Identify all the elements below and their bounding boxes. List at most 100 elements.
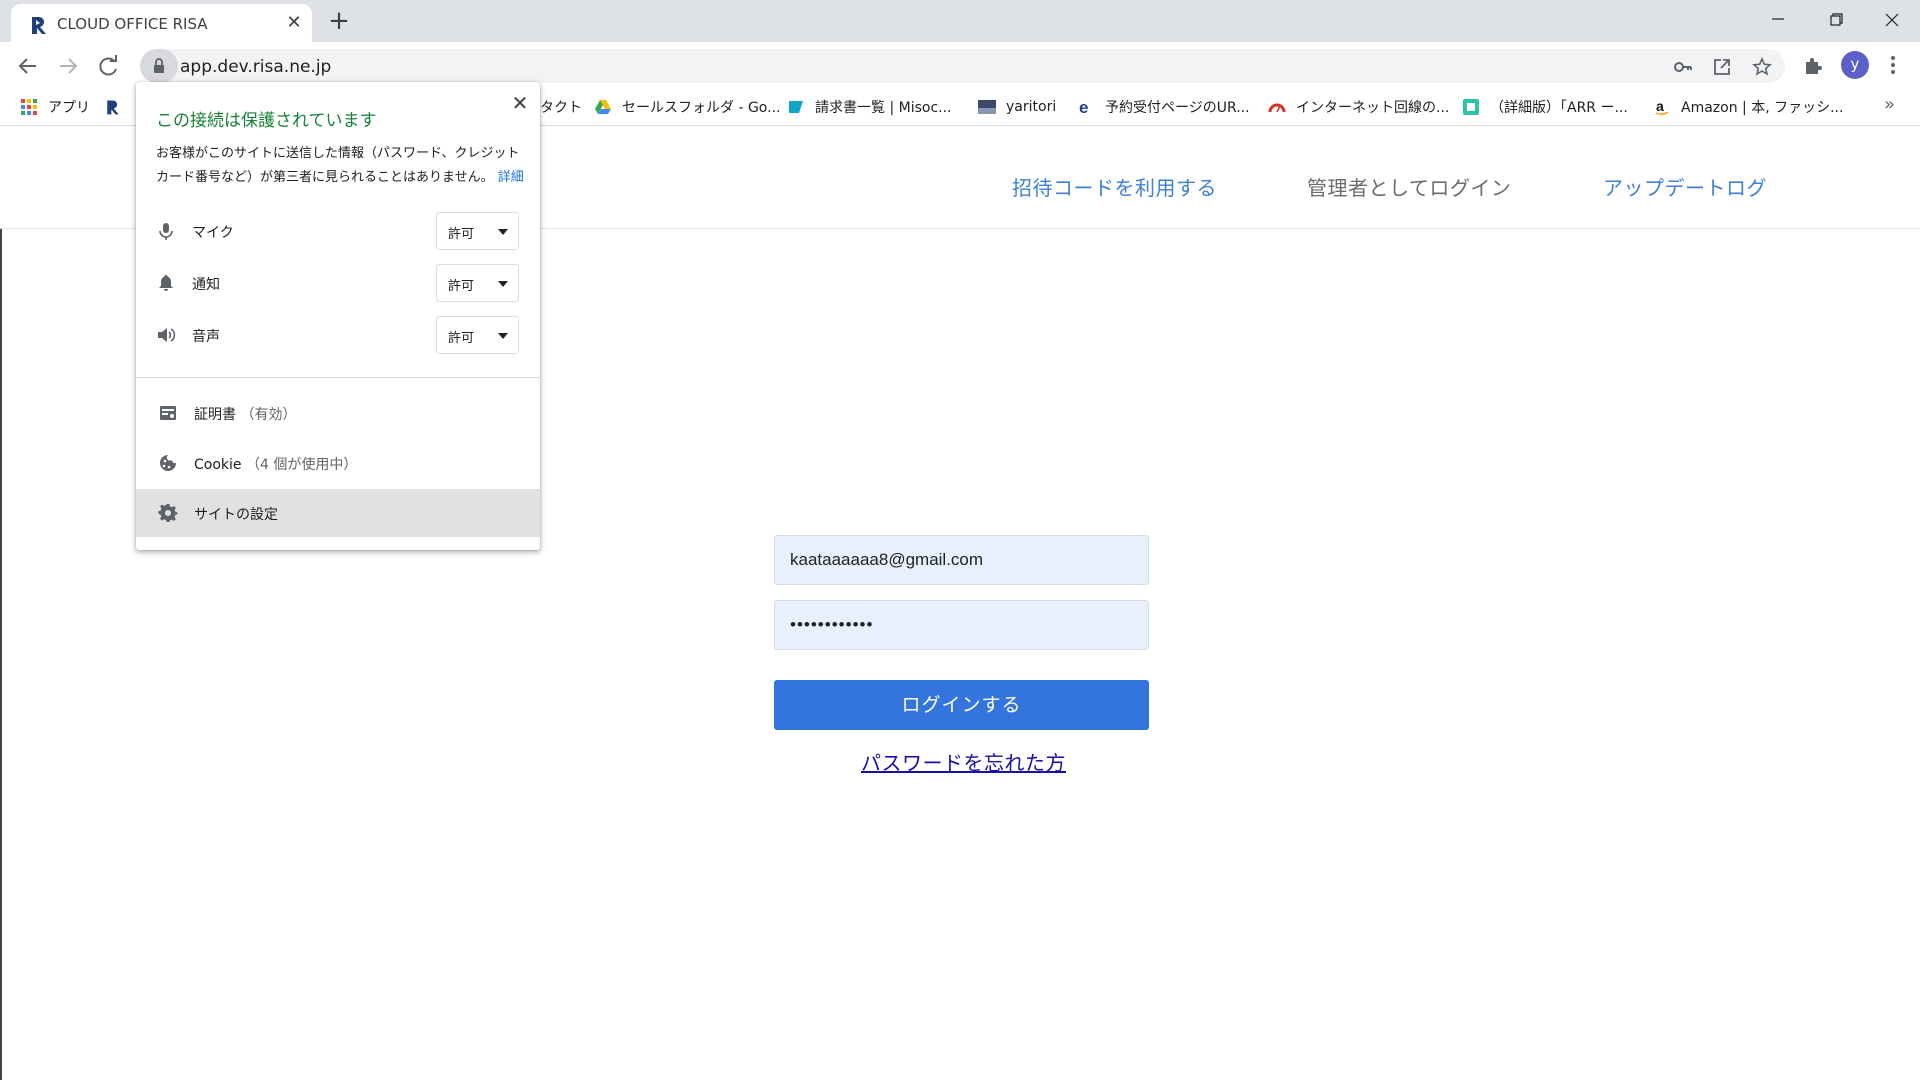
- connection-secure-title: この接続は保護されています: [156, 111, 377, 131]
- certificate-row[interactable]: 証明書 （有効）: [136, 389, 540, 437]
- bookmark-label: アプリ: [48, 100, 90, 116]
- permission-row-mic: マイク 許可: [136, 212, 540, 250]
- certificate-title: 証明書: [194, 407, 236, 423]
- misoca-icon: [789, 101, 803, 113]
- window-restore-button[interactable]: [1816, 6, 1856, 34]
- bookmark-contact[interactable]: タクト: [540, 96, 582, 118]
- tab-title: CLOUD OFFICE RISA: [57, 15, 208, 33]
- minimize-icon: [1772, 18, 1784, 20]
- bookmark-label: 予約受付ページのUR...: [1105, 100, 1250, 116]
- permission-value: 許可: [448, 227, 475, 242]
- window-close-button[interactable]: [1872, 6, 1912, 34]
- speaker-icon: [158, 328, 176, 342]
- invite-code-link[interactable]: 招待コードを利用する: [1012, 172, 1217, 201]
- login-button[interactable]: ログインする: [774, 680, 1149, 730]
- permission-value: 許可: [448, 331, 475, 346]
- site-settings-label: サイトの設定: [194, 507, 278, 523]
- popup-divider: [136, 377, 540, 378]
- bookmark-internet[interactable]: インターネット回線の...: [1268, 96, 1449, 118]
- site-settings-row[interactable]: サイトの設定: [136, 489, 540, 537]
- bookmark-apps[interactable]: アプリ: [20, 96, 90, 118]
- kebab-menu-icon[interactable]: [1884, 52, 1902, 78]
- bookmark-arr[interactable]: （詳細版）「ARR ー...: [1462, 96, 1628, 118]
- close-icon: [1885, 13, 1899, 27]
- connection-description-text: お客様がこのサイトに送信した情報（パスワード、クレジット カード番号など）が第三…: [156, 146, 520, 185]
- forward-icon[interactable]: [52, 50, 84, 82]
- bookmark-label: セールスフォルダ - Go...: [622, 100, 781, 116]
- tab-strip: CLOUD OFFICE RISA ✕ +: [0, 0, 1920, 42]
- lock-icon: [154, 58, 164, 73]
- address-bar[interactable]: app.dev.risa.ne.jp: [140, 49, 1785, 83]
- svg-text:a: a: [1656, 98, 1664, 114]
- permission-value: 許可: [448, 279, 475, 294]
- bookmark-label: Amazon | 本, ファッシ...: [1681, 100, 1844, 116]
- connection-description: お客様がこのサイトに送信した情報（パスワード、クレジット カード番号など）が第三…: [156, 142, 526, 190]
- bookmark-yaritori[interactable]: yaritori: [978, 96, 1056, 118]
- bell-icon: [159, 275, 173, 291]
- page-left-border: [0, 229, 2, 1080]
- bookmark-misoca[interactable]: 請求書一覧 | Misoc...: [787, 96, 952, 118]
- popup-close-icon[interactable]: ✕: [509, 92, 531, 114]
- permission-label: 音声: [192, 329, 220, 345]
- risa-logo-icon: [107, 100, 119, 115]
- bookmark-reservation[interactable]: e 予約受付ページのUR...: [1077, 96, 1250, 118]
- permission-select-sound[interactable]: 許可: [436, 316, 519, 354]
- password-field[interactable]: ••••••••••••: [774, 600, 1149, 650]
- permission-label: マイク: [192, 225, 234, 241]
- permission-select-mic[interactable]: 許可: [436, 212, 519, 250]
- bookmark-star-icon[interactable]: [1752, 57, 1772, 77]
- bookmarks-overflow-icon[interactable]: »: [1884, 94, 1895, 115]
- profile-avatar[interactable]: y: [1841, 51, 1869, 79]
- details-link[interactable]: 詳細: [498, 170, 524, 185]
- bookmark-sales-folder[interactable]: セールスフォルダ - Go...: [594, 96, 780, 118]
- yaritori-icon: [978, 100, 996, 114]
- cookie-label: Cookie （4 個が使用中）: [194, 454, 357, 474]
- bookmark-label: （詳細版）「ARR ー...: [1490, 100, 1628, 116]
- bookmark-amazon[interactable]: a Amazon | 本, ファッシ...: [1653, 96, 1843, 118]
- certificate-label: 証明書 （有効）: [194, 404, 296, 424]
- update-log-link[interactable]: アップデートログ: [1603, 172, 1767, 201]
- caret-down-icon: [498, 281, 508, 287]
- permission-label: 通知: [192, 277, 220, 293]
- browser-tab[interactable]: CLOUD OFFICE RISA ✕: [11, 4, 312, 42]
- amazon-icon: a: [1655, 98, 1669, 116]
- extensions-puzzle-icon[interactable]: [1802, 55, 1824, 77]
- permission-row-sound: 音声 許可: [136, 316, 540, 354]
- microphone-icon: [159, 223, 173, 240]
- certificate-icon: [160, 406, 176, 420]
- cookie-status: （4 個が使用中）: [245, 457, 358, 473]
- tab-close-icon[interactable]: ✕: [283, 12, 305, 34]
- cookie-icon: [160, 455, 176, 471]
- site-info-button[interactable]: [140, 49, 178, 83]
- window-minimize-button[interactable]: [1758, 6, 1798, 34]
- bookmark-risa[interactable]: [104, 96, 132, 118]
- back-icon[interactable]: [12, 50, 44, 82]
- bookmark-label: インターネット回線の...: [1296, 100, 1450, 116]
- certificate-status: （有効）: [240, 407, 297, 423]
- bookmark-label: タクト: [540, 100, 582, 116]
- site-info-popup: ✕ この接続は保護されています お客様がこのサイトに送信した情報（パスワード、ク…: [136, 82, 540, 550]
- permission-select-notifications[interactable]: 許可: [436, 264, 519, 302]
- bookmark-label: 請求書一覧 | Misoc...: [815, 100, 952, 116]
- bookmark-label: yaritori: [1006, 99, 1057, 115]
- speedometer-icon: [1268, 103, 1286, 113]
- email-field[interactable]: kaataaaaaa8@gmail.com: [774, 535, 1149, 585]
- teal-square-icon: [1463, 99, 1479, 115]
- url-text[interactable]: app.dev.risa.ne.jp: [180, 57, 331, 77]
- restore-icon: [1830, 13, 1843, 26]
- cookie-row[interactable]: Cookie （4 個が使用中）: [136, 439, 540, 487]
- open-in-app-icon[interactable]: [1712, 57, 1732, 77]
- apps-grid-icon: [21, 99, 37, 115]
- reload-icon[interactable]: [93, 50, 125, 82]
- cookie-title: Cookie: [194, 457, 242, 473]
- permission-row-notifications: 通知 許可: [136, 264, 540, 302]
- caret-down-icon: [498, 333, 508, 339]
- google-drive-icon: [595, 100, 611, 114]
- new-tab-button[interactable]: +: [326, 8, 352, 34]
- key-icon[interactable]: [1673, 57, 1693, 77]
- gear-icon: [158, 503, 178, 522]
- caret-down-icon: [498, 229, 508, 235]
- forgot-password-link[interactable]: パスワードを忘れた方: [861, 747, 1066, 776]
- admin-login-link[interactable]: 管理者としてログイン: [1307, 172, 1511, 201]
- svg-text:e: e: [1079, 98, 1088, 116]
